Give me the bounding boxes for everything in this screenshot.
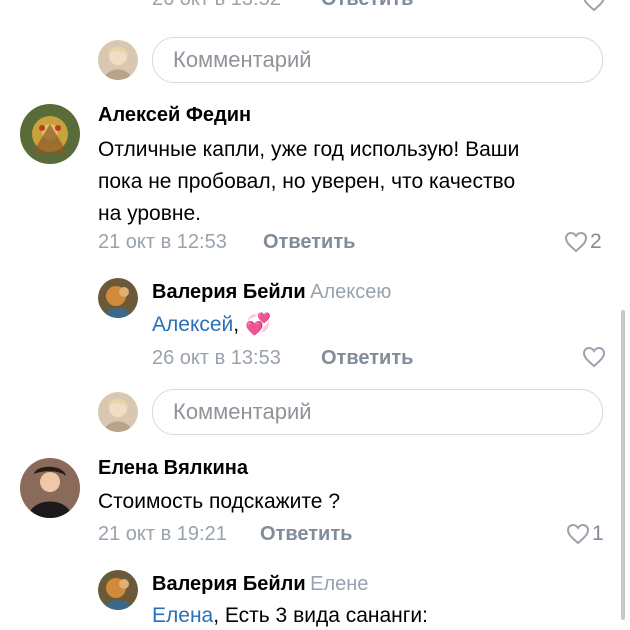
- reply-button[interactable]: Ответить: [321, 347, 413, 370]
- mention-link[interactable]: Алексей: [152, 313, 233, 336]
- reply-to[interactable]: Елене: [310, 573, 368, 595]
- reply-button[interactable]: Ответить: [263, 231, 355, 254]
- comment-text: Алексей, 💞: [152, 309, 271, 341]
- avatar[interactable]: [20, 104, 80, 164]
- emoji: 💞: [244, 313, 272, 336]
- reply-header: Валерия Бейли Елене: [152, 573, 368, 596]
- comment-input-placeholder: Комментарий: [173, 399, 312, 424]
- reply-to[interactable]: Алексею: [310, 281, 391, 303]
- comment-date: 21 окт в 19:21: [98, 523, 227, 545]
- comment-author[interactable]: Алексей Федин: [98, 104, 251, 127]
- comment-text-line: Отличные капли, уже год использую! Ваши: [98, 138, 520, 161]
- comment-input[interactable]: Комментарий: [152, 37, 603, 83]
- scrollbar[interactable]: [621, 310, 625, 620]
- heart-icon: [566, 523, 590, 545]
- comment-input[interactable]: Комментарий: [152, 389, 603, 435]
- like-button[interactable]: [582, 346, 606, 368]
- like-count: 1: [592, 522, 604, 545]
- comment-author[interactable]: Валерия Бейли: [152, 281, 306, 303]
- comments-feed: 26 окт в 13:52 Ответить Комментарий Алек…: [0, 0, 630, 630]
- current-user-avatar[interactable]: [98, 40, 138, 80]
- comment-text-rest: ,: [233, 313, 240, 336]
- heart-icon: [564, 231, 588, 253]
- comment-author[interactable]: Елена Вялкина: [98, 457, 248, 480]
- like-count: 2: [590, 230, 602, 253]
- comment-text: Елена, Есть 3 вида сананги:: [152, 600, 428, 630]
- like-button[interactable]: [582, 0, 606, 12]
- comment-text: Отличные капли, уже год использую! Ваши …: [98, 134, 608, 230]
- comment-text: Стоимость подскажите ?: [98, 490, 340, 513]
- comment-date: 26 окт в 13:52: [152, 0, 281, 11]
- comment-date: 21 окт в 12:53: [98, 231, 227, 253]
- mention-link[interactable]: Елена: [152, 604, 213, 627]
- comment-author[interactable]: Валерия Бейли: [152, 573, 306, 595]
- avatar[interactable]: [98, 570, 138, 610]
- heart-icon: [583, 0, 605, 12]
- reply-header: Валерия Бейли Алексею: [152, 281, 391, 304]
- comment-text-line: на уровне.: [98, 202, 202, 225]
- like-button[interactable]: 1: [566, 522, 604, 546]
- avatar[interactable]: [98, 278, 138, 318]
- reply-button[interactable]: Ответить: [321, 0, 413, 11]
- comment-text-line: пока не пробовал, но уверен, что качеств…: [98, 170, 516, 193]
- comment-text-rest: , Есть 3 вида сананги:: [213, 604, 428, 627]
- comment-date: 26 окт в 13:53: [152, 347, 281, 369]
- current-user-avatar[interactable]: [98, 392, 138, 432]
- avatar[interactable]: [20, 458, 80, 518]
- heart-icon: [582, 346, 606, 368]
- like-button[interactable]: 2: [564, 230, 602, 254]
- comment-input-placeholder: Комментарий: [173, 47, 312, 72]
- reply-button[interactable]: Ответить: [260, 523, 352, 546]
